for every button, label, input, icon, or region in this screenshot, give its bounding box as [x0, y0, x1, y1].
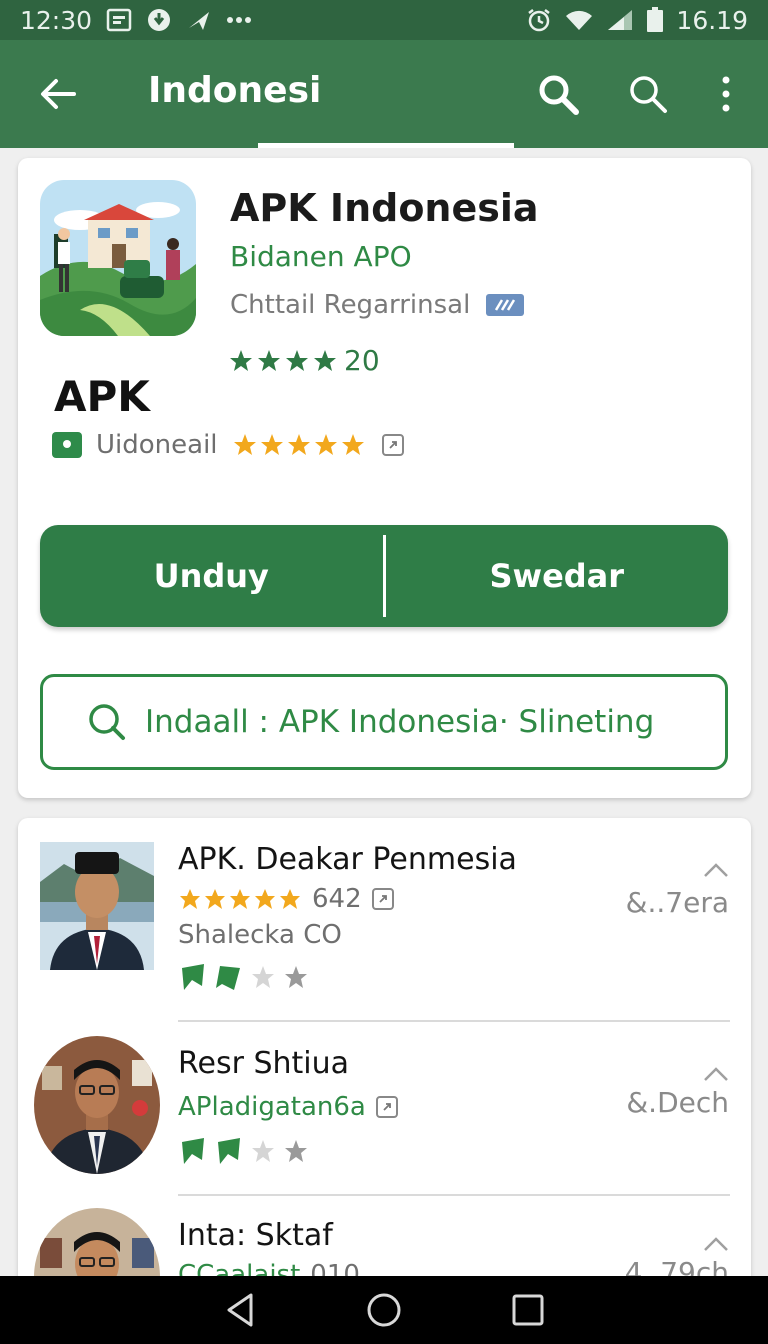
nav-home-icon[interactable] — [364, 1290, 404, 1330]
list-item-subtitle-row: APladigatan6a — [178, 1092, 398, 1122]
list-item-badges — [178, 1136, 318, 1168]
list-item-rating: 642 — [178, 884, 394, 914]
search-outline-icon[interactable] — [626, 72, 670, 116]
meta-text: Uidoneail — [96, 430, 218, 460]
related-search-text: Indaall : APK Indonesia· Slineting — [145, 704, 655, 740]
expand-chevron-icon[interactable] — [703, 1066, 729, 1082]
gold-star-rating-icon — [233, 434, 364, 455]
developer-name[interactable]: Bidanen APO — [230, 240, 412, 273]
list-item-meta: &..7era — [625, 886, 729, 919]
more-dots-icon — [226, 15, 252, 25]
tab-indicator — [258, 143, 514, 148]
app-detail-card: APK Indonesia Bidanen APO Chttail Regarr… — [18, 158, 751, 798]
secondary-action-button[interactable]: Swedar — [386, 525, 729, 627]
status-bar: 12:30 16.19 — [0, 0, 768, 40]
list-item-meta: &.Dech — [626, 1086, 729, 1119]
info-badge-icon — [375, 1096, 398, 1118]
badge-rating-icon — [182, 964, 307, 990]
back-arrow-icon[interactable] — [34, 70, 82, 118]
category-label: Chttail Regarrinsal — [230, 290, 471, 320]
status-time-right: 16.19 — [676, 5, 748, 35]
download-button[interactable]: Unduy — [40, 525, 383, 627]
list-item-title: APK. Deakar Penmesia — [178, 842, 517, 877]
app-category: Chttail Regarrinsal — [230, 290, 525, 320]
related-list-card: APK. Deakar Penmesia 642 Shalecka CO &..… — [18, 818, 751, 1288]
app-meta-row: Uidoneail — [52, 430, 404, 460]
alarm-icon — [526, 7, 552, 33]
wifi-icon — [564, 8, 594, 32]
nav-recents-icon[interactable] — [511, 1293, 545, 1327]
app-name: APK Indonesia — [230, 186, 539, 230]
install-split-button: Unduy Swedar — [40, 525, 728, 627]
list-item-badges — [178, 962, 318, 994]
expand-chevron-icon[interactable] — [703, 1236, 729, 1252]
search-icon[interactable] — [536, 72, 580, 116]
rating-count: 20 — [344, 344, 380, 377]
vpn-icon — [146, 7, 172, 33]
screenshot-icon — [106, 8, 132, 32]
list-item[interactable]: APK. Deakar Penmesia 642 Shalecka CO &..… — [18, 818, 751, 1022]
info-badge-icon — [371, 888, 394, 910]
camera-icon — [52, 432, 82, 458]
battery-icon — [646, 7, 664, 33]
list-item-title: Inta: Sktaf — [178, 1218, 333, 1253]
signal-icon — [606, 8, 634, 32]
list-item-rating-count: 642 — [312, 884, 362, 914]
list-item-subtitle: APladigatan6a — [178, 1092, 366, 1122]
expand-chevron-icon[interactable] — [703, 862, 729, 878]
list-item-avatar — [34, 1036, 160, 1174]
category-badge-icon — [486, 294, 525, 316]
app-icon[interactable] — [40, 180, 196, 336]
app-bar: Indonesi — [0, 40, 768, 148]
status-time-left: 12:30 — [20, 5, 93, 35]
list-item[interactable]: Resr Shtiua APladigatan6a &.Dech — [18, 1022, 751, 1196]
overflow-menu-icon[interactable] — [704, 72, 748, 116]
search-icon — [89, 704, 125, 740]
app-rating: 20 — [228, 344, 380, 377]
list-item[interactable]: Inta: Sktaf CCaalaist 010 4..79ch — [18, 1196, 751, 1288]
star-rating-icon — [230, 349, 336, 371]
list-item-thumbnail — [40, 842, 154, 970]
badge-rating-icon — [182, 1138, 307, 1164]
info-badge-icon — [381, 434, 404, 456]
gold-star-rating-icon — [180, 889, 300, 909]
send-icon — [186, 8, 212, 32]
nav-back-icon[interactable] — [223, 1291, 257, 1329]
related-search-box[interactable]: Indaall : APK Indonesia· Slineting — [40, 674, 728, 770]
list-item-title: Resr Shtiua — [178, 1046, 350, 1081]
system-nav-bar — [0, 1276, 768, 1344]
list-item-subtitle: Shalecka CO — [178, 920, 342, 950]
app-bar-title: Indonesi — [148, 70, 322, 111]
apk-label: APK — [54, 372, 150, 421]
